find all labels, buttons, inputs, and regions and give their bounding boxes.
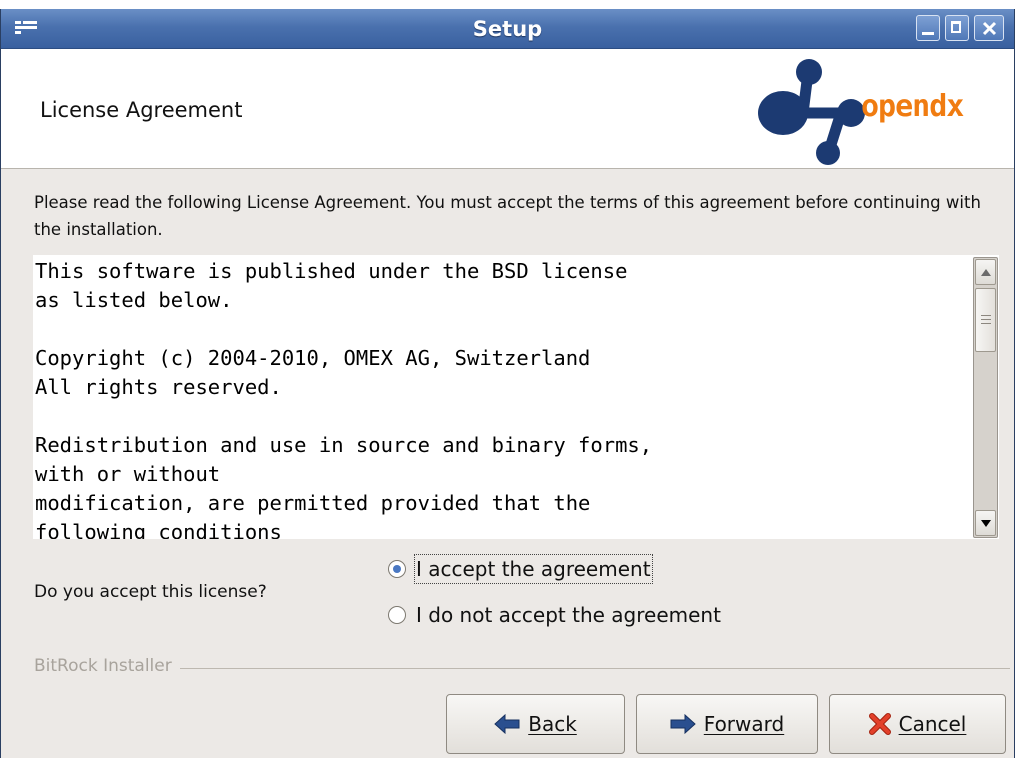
installer-separator	[34, 668, 1010, 669]
close-button[interactable]	[974, 15, 1004, 41]
close-icon	[982, 21, 997, 36]
page-header: License Agreement opendx	[1, 49, 1014, 169]
scroll-thumb[interactable]	[975, 288, 996, 352]
license-scrollbar[interactable]	[973, 257, 998, 538]
decline-label[interactable]: I do not accept the agreement	[415, 601, 722, 629]
maximize-button[interactable]	[945, 15, 969, 41]
accept-radio[interactable]	[388, 560, 406, 578]
forward-label: Forward	[703, 712, 785, 736]
forward-button[interactable]: Forward	[636, 694, 818, 754]
accept-question: Do you accept this license?	[34, 582, 267, 602]
title-bar[interactable]: Setup	[1, 9, 1014, 49]
scroll-down-button[interactable]	[975, 510, 996, 536]
setup-window: Setup License Agreement opendx Please re…	[0, 9, 1015, 758]
chevron-up-icon	[981, 269, 991, 276]
back-label: Back	[528, 712, 577, 736]
page-title: License Agreement	[40, 98, 243, 122]
minimize-icon	[922, 32, 934, 35]
arrow-left-icon	[494, 714, 520, 734]
intro-text: Please read the following License Agreem…	[34, 193, 981, 239]
background-strip	[0, 0, 1015, 9]
back-button[interactable]: Back	[446, 694, 625, 754]
decline-radio[interactable]	[388, 606, 406, 624]
chevron-down-icon	[981, 520, 991, 527]
red-x-icon	[868, 713, 891, 735]
cancel-button[interactable]: Cancel	[829, 694, 1006, 754]
scroll-up-button[interactable]	[975, 259, 996, 285]
license-textbox[interactable]: This software is published under the BSD…	[33, 255, 999, 539]
logo-text: opendx	[861, 89, 964, 124]
arrow-right-icon	[670, 714, 696, 734]
accept-label[interactable]: I accept the agreement	[414, 554, 653, 584]
license-text: This software is published under the BSD…	[35, 259, 653, 539]
cancel-label: Cancel	[898, 712, 967, 736]
maximize-icon	[951, 21, 961, 33]
installer-label: BitRock Installer	[34, 656, 180, 676]
decline-option[interactable]: I do not accept the agreement	[388, 601, 722, 629]
window-title: Setup	[472, 17, 543, 41]
minimize-button[interactable]	[916, 15, 940, 41]
accept-option[interactable]: I accept the agreement	[388, 554, 653, 584]
